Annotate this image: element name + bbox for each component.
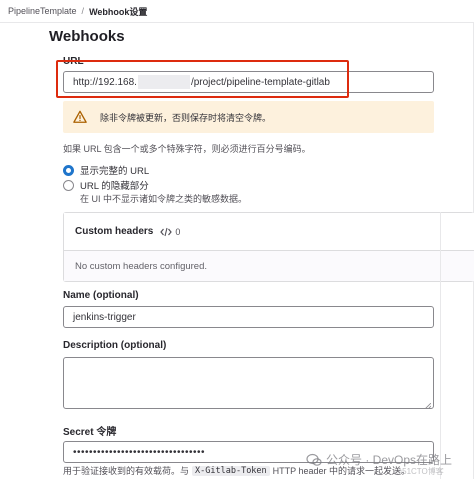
radio-mask-url-description: 在 UI 中不显示诸如令牌之类的敏感数据。 (80, 194, 248, 204)
radio-mask-url[interactable]: URL 的隐藏部分 (63, 178, 149, 192)
radio-label-full-url: 显示完整的 URL (80, 166, 150, 177)
radio-checked-icon[interactable] (63, 164, 74, 176)
name-label: Name (optional) (63, 290, 139, 301)
radio-label-mask-url: URL 的隐藏部分 (80, 181, 149, 192)
breadcrumb-separator: / (81, 6, 85, 16)
description-textarea[interactable] (63, 357, 434, 410)
breadcrumb-current: Webhook设置 (89, 6, 148, 17)
radio-show-full-url[interactable]: 显示完整的 URL (63, 163, 149, 177)
url-highlight-box (56, 60, 349, 98)
wechat-icon (306, 453, 322, 467)
custom-headers-card: Custom headers 0 No custom headers confi… (63, 212, 474, 282)
card-right-divider (440, 212, 441, 479)
description-label: Description (optional) (63, 340, 167, 351)
breadcrumb-parent-link[interactable]: PipelineTemplate (8, 6, 77, 16)
secret-label: Secret 令牌 (63, 427, 117, 438)
warning-icon (73, 110, 87, 124)
breadcrumb: PipelineTemplate / Webhook设置 (8, 4, 147, 18)
url-help-text: 如果 URL 包含一个或多个特殊字符，则必须进行百分号编码。 (63, 144, 311, 154)
custom-headers-title: Custom headers (75, 226, 154, 237)
header-divider (0, 22, 474, 23)
alert-text: 除非令牌被更新，否则保存时将清空令牌。 (100, 112, 272, 123)
code-icon: 0 (160, 227, 180, 237)
custom-headers-header: Custom headers 0 (64, 213, 474, 251)
secret-help-before: 用于验证接收到的有效载荷。与 (63, 466, 190, 476)
name-input[interactable]: jenkins-trigger (63, 306, 434, 328)
resize-grip-icon[interactable] (424, 400, 432, 410)
custom-headers-empty: No custom headers configured. (64, 251, 474, 281)
secret-help-code: X-Gitlab-Token (192, 465, 270, 476)
page-title: Webhooks (49, 28, 125, 45)
watermark-subtext: @51CTO博客 (394, 467, 444, 476)
token-warning-alert: 除非令牌被更新，否则保存时将清空令牌。 (63, 101, 434, 133)
custom-headers-count: 0 (175, 226, 181, 237)
radio-unchecked-icon[interactable] (63, 179, 74, 191)
